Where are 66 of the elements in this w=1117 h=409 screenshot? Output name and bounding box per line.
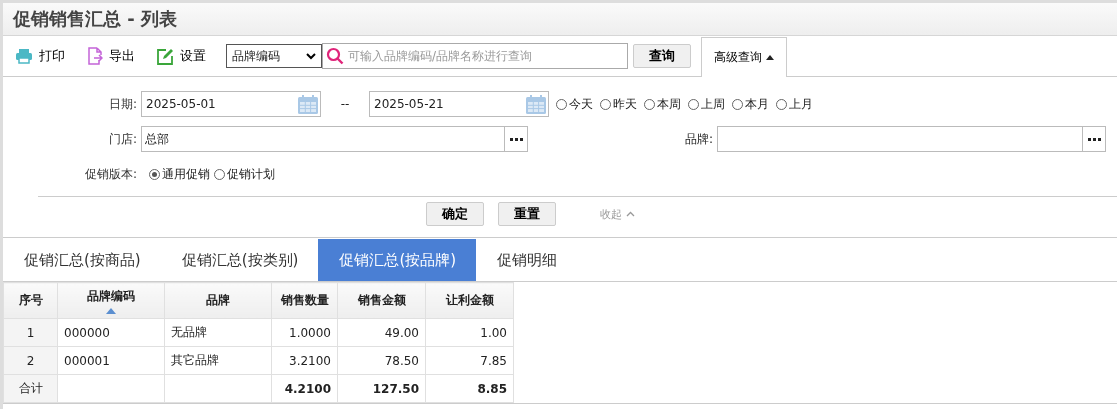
toolbar-button[interactable]: 打印 — [13, 45, 67, 67]
radio-button[interactable] — [644, 98, 655, 110]
column-header[interactable]: 品牌 — [164, 282, 272, 319]
brand-field[interactable] — [717, 126, 1106, 152]
advanced-query-tab[interactable]: 高级查询 — [701, 37, 787, 77]
table-cell: 4.2100 — [271, 374, 338, 403]
radio-label: 上月 — [789, 95, 813, 113]
store-label: 门店: — [107, 130, 138, 148]
table-cell: 2 — [3, 346, 58, 375]
tab[interactable]: 促销汇总(按品牌) — [318, 239, 477, 281]
column-header[interactable]: 销售数量 — [271, 282, 338, 319]
table-cell: 1.0000 — [271, 318, 338, 347]
table-cell: 无品牌 — [164, 318, 272, 347]
confirm-button[interactable]: 确定 — [426, 202, 484, 226]
table-cell: 8.85 — [425, 374, 514, 403]
date-field[interactable]: 2025-05-01 — [141, 91, 321, 117]
promotion-version-label: 促销版本: — [83, 165, 138, 183]
query-button[interactable]: 查询 — [633, 44, 691, 68]
chevron-up-icon — [626, 211, 635, 217]
table-cell: 1.00 — [425, 318, 514, 347]
toolbar-button[interactable]: 导出 — [85, 45, 137, 67]
radio-label: 本周 — [657, 95, 681, 113]
date-field[interactable]: 2025-05-21 — [369, 91, 549, 117]
table-cell: 7.85 — [425, 346, 514, 375]
radio-label: 上周 — [701, 95, 725, 113]
radio-button[interactable] — [600, 98, 611, 110]
edit-icon — [157, 47, 174, 65]
table-cell: 127.50 — [337, 374, 426, 403]
table-cell: 78.50 — [337, 346, 426, 375]
table-cell: 3.2100 — [271, 346, 338, 375]
table-cell: 合计 — [3, 374, 58, 403]
table-cell: 000001 — [57, 346, 165, 375]
calendar-icon — [298, 94, 318, 114]
radio-button[interactable] — [214, 168, 225, 180]
window-title: 促销销售汇总 - 列表 — [13, 7, 177, 31]
table-cell: 其它品牌 — [164, 346, 272, 375]
search-field-select[interactable]: 品牌编码 — [226, 44, 322, 68]
radio-button[interactable] — [732, 98, 743, 110]
export-icon — [87, 47, 103, 65]
store-field[interactable]: 总部 — [141, 126, 528, 152]
column-header[interactable]: 销售金额 — [337, 282, 426, 319]
radio-button[interactable] — [149, 168, 160, 180]
table-cell: 49.00 — [337, 318, 426, 347]
printer-icon — [15, 48, 33, 64]
caret-icon — [766, 55, 774, 60]
calendar-icon — [526, 94, 546, 114]
column-header[interactable]: 品牌编码 — [57, 282, 165, 319]
brand-label: 品牌: — [683, 130, 714, 148]
column-header[interactable]: 让利金额 — [425, 282, 514, 319]
radio-label: 促销计划 — [227, 165, 275, 183]
chevron-down-icon — [306, 52, 316, 60]
column-header[interactable]: 序号 — [3, 282, 58, 319]
radio-label: 通用促销 — [162, 165, 210, 183]
radio-label: 本月 — [745, 95, 769, 113]
radio-label: 昨天 — [613, 95, 637, 113]
radio-label: 今天 — [569, 95, 593, 113]
toolbar-button[interactable]: 设置 — [155, 45, 208, 67]
table-cell: 000000 — [57, 318, 165, 347]
reset-button[interactable]: 重置 — [498, 202, 556, 226]
radio-button[interactable] — [556, 98, 567, 110]
table-cell: 1 — [3, 318, 58, 347]
search-field[interactable]: 可输入品牌编码/品牌名称进行查询 — [322, 43, 628, 69]
radio-button[interactable] — [688, 98, 699, 110]
date-label: 日期: — [107, 95, 138, 113]
radio-button[interactable] — [776, 98, 787, 110]
date-separator: -- — [339, 97, 351, 111]
